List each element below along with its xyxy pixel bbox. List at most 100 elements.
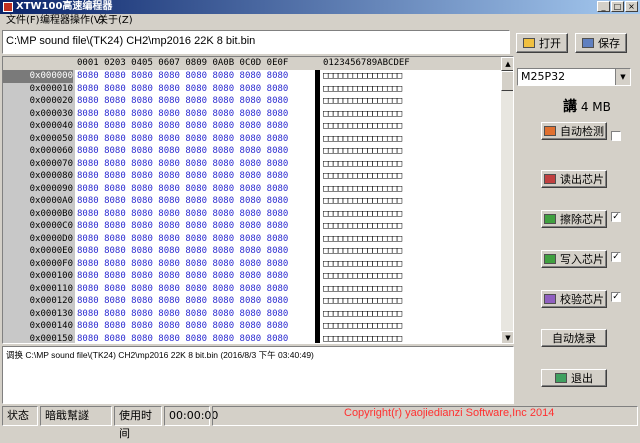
- hex-view[interactable]: 0001 0203 0405 0607 0809 0A0B 0C0D 0E0F …: [2, 56, 514, 344]
- hex-row[interactable]: 0x000130 8080 8080 8080 8080 8080 8080 80…: [3, 308, 501, 321]
- file-path-field[interactable]: C:\MP sound file\(TK24) CH2\mp2016 22K 8…: [2, 30, 510, 54]
- row-ascii: □□□□□□□□□□□□□□□□: [323, 96, 402, 106]
- exit-button[interactable]: 退出: [541, 369, 607, 387]
- exit-label: 退出: [571, 372, 593, 385]
- scroll-thumb[interactable]: [501, 71, 513, 91]
- write-chip-button[interactable]: 写入芯片: [541, 250, 607, 268]
- chip-model-value: M25P32: [521, 70, 566, 83]
- row-hex-bytes[interactable]: 8080 8080 8080 8080 8080 8080 8080 8080: [77, 283, 288, 296]
- hex-row[interactable]: 0x000010 8080 8080 8080 8080 8080 8080 80…: [3, 83, 501, 96]
- menu-programmer[interactable]: 编程器操作(V): [40, 14, 105, 28]
- hex-row[interactable]: 0x000050 8080 8080 8080 8080 8080 8080 80…: [3, 133, 501, 146]
- row-hex-bytes[interactable]: 8080 8080 8080 8080 8080 8080 8080 8080: [77, 245, 288, 258]
- erase-chip-label: 擦除芯片: [560, 213, 604, 226]
- hex-row[interactable]: 0x000080 8080 8080 8080 8080 8080 8080 80…: [3, 170, 501, 183]
- auto-burn-button[interactable]: 自动烧录: [541, 329, 607, 347]
- row-address: 0x000090: [29, 183, 73, 194]
- hex-row[interactable]: 0x000030 8080 8080 8080 8080 8080 8080 80…: [3, 108, 501, 121]
- auto-detect-button[interactable]: 自动检测: [541, 122, 607, 140]
- hex-row[interactable]: 0x0000C0 8080 8080 8080 8080 8080 8080 80…: [3, 220, 501, 233]
- hex-ascii-separator: [315, 70, 320, 343]
- row-hex-bytes[interactable]: 8080 8080 8080 8080 8080 8080 8080 8080: [77, 158, 288, 171]
- row-hex-bytes[interactable]: 8080 8080 8080 8080 8080 8080 8080 8080: [77, 83, 288, 96]
- chevron-down-icon[interactable]: ▼: [615, 69, 630, 85]
- read-chip-button[interactable]: 读出芯片: [541, 170, 607, 188]
- vertical-scrollbar[interactable]: ▲ ▼: [501, 57, 513, 343]
- verify-checkbox[interactable]: ✓: [611, 292, 621, 302]
- app-icon: [3, 2, 13, 12]
- row-ascii: □□□□□□□□□□□□□□□□: [323, 333, 402, 344]
- detect-icon: [544, 126, 556, 136]
- row-hex-bytes[interactable]: 8080 8080 8080 8080 8080 8080 8080 8080: [77, 308, 288, 321]
- row-hex-bytes[interactable]: 8080 8080 8080 8080 8080 8080 8080 8080: [77, 333, 288, 344]
- row-hex-bytes[interactable]: 8080 8080 8080 8080 8080 8080 8080 8080: [77, 108, 288, 121]
- maximize-icon[interactable]: □: [611, 1, 624, 12]
- row-hex-bytes[interactable]: 8080 8080 8080 8080 8080 8080 8080 8080: [77, 70, 288, 83]
- hex-row[interactable]: 0x0000D0 8080 8080 8080 8080 8080 8080 80…: [3, 233, 501, 246]
- hex-row[interactable]: 0x000000 8080 8080 8080 8080 8080 8080 80…: [3, 70, 501, 83]
- hex-row[interactable]: 0x000110 8080 8080 8080 8080 8080 8080 80…: [3, 283, 501, 296]
- open-button[interactable]: 打开: [516, 33, 568, 53]
- hex-row[interactable]: 0x000100 8080 8080 8080 8080 8080 8080 80…: [3, 270, 501, 283]
- row-hex-bytes[interactable]: 8080 8080 8080 8080 8080 8080 8080 8080: [77, 120, 288, 133]
- title-bar[interactable]: XTW100高速编程器 _ □ ×: [0, 0, 640, 14]
- log-output[interactable]: 调换 C:\MP sound file\(TK24) CH2\mp2016 22…: [2, 346, 514, 404]
- close-icon[interactable]: ×: [625, 1, 638, 12]
- hex-column-header: 0001 0203 0405 0607 0809 0A0B 0C0D 0E0F: [77, 58, 289, 68]
- erase-icon: [544, 214, 556, 224]
- verify-icon: [544, 294, 556, 304]
- row-ascii: □□□□□□□□□□□□□□□□: [323, 246, 402, 256]
- row-ascii: □□□□□□□□□□□□□□□□: [323, 158, 402, 169]
- hex-row[interactable]: 0x000060 8080 8080 8080 8080 8080 8080 80…: [3, 145, 501, 158]
- row-hex-bytes[interactable]: 8080 8080 8080 8080 8080 8080 8080 8080: [77, 295, 288, 308]
- row-address: 0x000070: [29, 158, 73, 169]
- row-hex-bytes[interactable]: 8080 8080 8080 8080 8080 8080 8080 8080: [77, 270, 288, 283]
- hex-row[interactable]: 0x000070 8080 8080 8080 8080 8080 8080 80…: [3, 158, 501, 171]
- row-hex-bytes[interactable]: 8080 8080 8080 8080 8080 8080 8080 8080: [77, 170, 288, 183]
- copyright-text: Copyright(r) yaojiedianzi Software,Inc 2…: [344, 407, 555, 419]
- menu-about[interactable]: 关于(Z): [98, 14, 133, 28]
- disk-icon: [582, 38, 594, 48]
- row-address: 0x0000B0: [29, 208, 73, 219]
- row-hex-bytes[interactable]: 8080 8080 8080 8080 8080 8080 8080 8080: [77, 258, 288, 271]
- auto-burn-label: 自动烧录: [552, 332, 596, 345]
- row-hex-bytes[interactable]: 8080 8080 8080 8080 8080 8080 8080 8080: [77, 145, 288, 158]
- verify-chip-button[interactable]: 校验芯片: [541, 290, 607, 308]
- hex-row[interactable]: 0x000150 8080 8080 8080 8080 8080 8080 80…: [3, 333, 501, 344]
- row-address: 0x000000: [3, 70, 73, 83]
- row-hex-bytes[interactable]: 8080 8080 8080 8080 8080 8080 8080 8080: [77, 133, 288, 146]
- row-address: 0x000140: [29, 321, 73, 331]
- save-button-label: 保存: [598, 37, 620, 50]
- row-address: 0x000110: [29, 283, 73, 294]
- scroll-down-icon[interactable]: ▼: [501, 331, 513, 343]
- row-hex-bytes[interactable]: 8080 8080 8080 8080 8080 8080 8080 8080: [77, 220, 288, 233]
- minimize-icon[interactable]: _: [597, 1, 610, 12]
- open-button-label: 打开: [539, 37, 561, 50]
- scroll-up-icon[interactable]: ▲: [501, 57, 513, 71]
- chip-model-select[interactable]: M25P32 ▼: [517, 68, 631, 86]
- row-ascii: □□□□□□□□□□□□□□□□: [323, 283, 402, 294]
- hex-row[interactable]: 0x0000B0 8080 8080 8080 8080 8080 8080 80…: [3, 208, 501, 221]
- row-hex-bytes[interactable]: 8080 8080 8080 8080 8080 8080 8080 8080: [77, 320, 288, 333]
- hex-row[interactable]: 0x0000A0 8080 8080 8080 8080 8080 8080 80…: [3, 195, 501, 208]
- save-button[interactable]: 保存: [575, 33, 627, 53]
- hex-row[interactable]: 0x0000F0 8080 8080 8080 8080 8080 8080 80…: [3, 258, 501, 271]
- row-hex-bytes[interactable]: 8080 8080 8080 8080 8080 8080 8080 8080: [77, 233, 288, 246]
- row-hex-bytes[interactable]: 8080 8080 8080 8080 8080 8080 8080 8080: [77, 195, 288, 208]
- row-hex-bytes[interactable]: 8080 8080 8080 8080 8080 8080 8080 8080: [77, 183, 288, 196]
- hex-row[interactable]: 0x000040 8080 8080 8080 8080 8080 8080 80…: [3, 120, 501, 133]
- row-hex-bytes[interactable]: 8080 8080 8080 8080 8080 8080 8080 8080: [77, 208, 288, 221]
- hex-row[interactable]: 0x000140 8080 8080 8080 8080 8080 8080 80…: [3, 320, 501, 333]
- hex-row[interactable]: 0x000120 8080 8080 8080 8080 8080 8080 80…: [3, 295, 501, 308]
- hex-row[interactable]: 0x000090 8080 8080 8080 8080 8080 8080 80…: [3, 183, 501, 196]
- row-address: 0x000120: [29, 296, 73, 306]
- erase-chip-button[interactable]: 擦除芯片: [541, 210, 607, 228]
- row-hex-bytes[interactable]: 8080 8080 8080 8080 8080 8080 8080 8080: [77, 95, 288, 108]
- menu-file[interactable]: 文件(F): [6, 14, 40, 28]
- write-checkbox[interactable]: ✓: [611, 252, 621, 262]
- hex-row[interactable]: 0x000020 8080 8080 8080 8080 8080 8080 80…: [3, 95, 501, 108]
- hex-row[interactable]: 0x0000E0 8080 8080 8080 8080 8080 8080 80…: [3, 245, 501, 258]
- auto-detect-checkbox[interactable]: [611, 131, 621, 141]
- folder-icon: [523, 38, 535, 48]
- erase-checkbox[interactable]: ✓: [611, 212, 621, 222]
